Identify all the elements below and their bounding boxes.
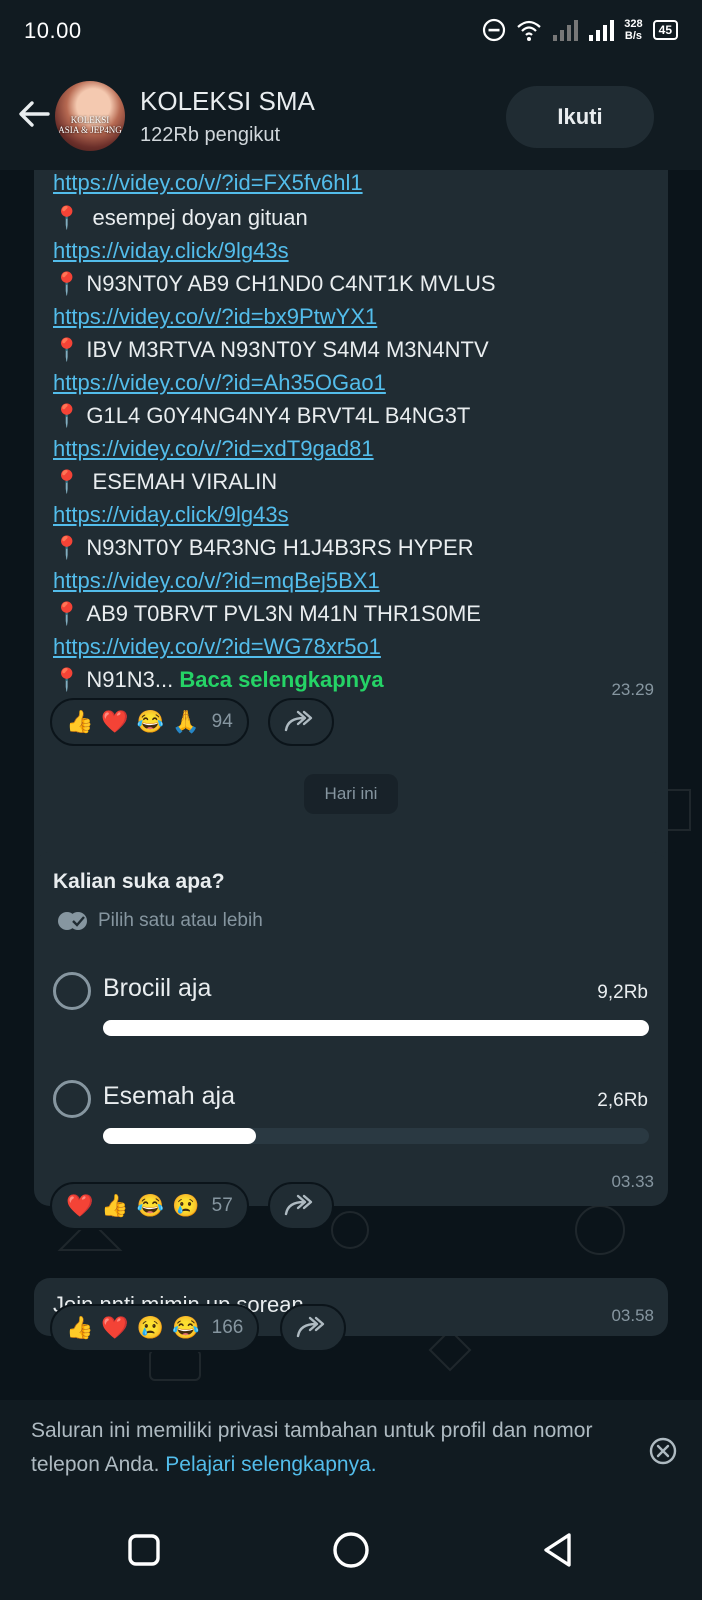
message-time: 23.29	[611, 680, 654, 699]
laughing-emoji: 😂	[172, 1315, 200, 1340]
pin-icon: 📍	[53, 337, 81, 362]
signal-icon	[553, 20, 579, 41]
poll-question: Kalian suka apa?	[53, 870, 225, 893]
crying-emoji: 😢	[136, 1315, 165, 1340]
pin-icon: 📍	[53, 667, 81, 692]
follower-count: 122Rb pengikut	[140, 124, 281, 146]
pin-icon: 📍	[53, 205, 81, 230]
poll-hint: Pilih satu atau lebih	[56, 910, 263, 932]
wifi-icon	[517, 20, 542, 41]
poll-option-label-1[interactable]: Brociil aja	[103, 974, 211, 1003]
poll-option-fill-1	[103, 1020, 649, 1036]
poll-option-label-2[interactable]: Esemah aja	[103, 1082, 235, 1111]
forward-icon	[284, 1194, 313, 1216]
learn-more-link[interactable]: Pelajari selengkapnya.	[165, 1453, 376, 1476]
avatar-logo-text: KOLEKSI ASIA & JEP4NG	[58, 115, 122, 135]
forward-button[interactable]	[268, 1182, 334, 1230]
laughing-emoji: 😂	[136, 709, 165, 734]
message-link[interactable]: https://videy.co/v/?id=WG78xr5o1	[53, 634, 381, 660]
laughing-emoji: 😂	[136, 1193, 165, 1218]
poll-time: 03.33	[611, 1172, 654, 1191]
message-link[interactable]: https://viday.click/9lg43s	[53, 238, 289, 264]
forward-button[interactable]	[280, 1304, 346, 1352]
reaction-count: 57	[211, 1195, 233, 1216]
poll-option-fill-2	[103, 1128, 256, 1144]
status-bar: 10.00 328 B/s 45	[0, 0, 702, 64]
message-line: 📍 AB9 T0BRVT PVL3N M41N THR1S0ME	[53, 601, 481, 626]
message-line: 📍 esempej doyan gituan	[53, 205, 308, 230]
reaction-count: 166	[211, 1317, 244, 1338]
follow-button[interactable]: Ikuti	[506, 86, 654, 148]
channel-avatar[interactable]: KOLEKSI ASIA & JEP4NG	[55, 81, 125, 151]
chat-area[interactable]: https://videy.co/v/?id=FX5fv6hl1 📍 esemp…	[0, 170, 702, 1400]
reaction-bar[interactable]: ❤️ 👍 😂 😢 57	[50, 1182, 249, 1230]
thumbs-up-emoji: 👍	[66, 709, 94, 734]
forward-icon	[296, 1316, 325, 1338]
network-speed: 328 B/s	[624, 18, 643, 42]
heart-emoji: ❤️	[101, 1315, 129, 1340]
message-line: 📍 N93NT0Y AB9 CH1ND0 C4NT1K MVLUS	[53, 271, 496, 296]
message-line: 📍 N91N3... Baca selengkapnya	[53, 667, 384, 692]
pin-icon: 📍	[53, 535, 81, 560]
message-link[interactable]: https://viday.click/9lg43s	[53, 502, 289, 528]
poll-option-radio-2[interactable]	[53, 1080, 91, 1118]
poll-bubble: Kalian suka apa? Pilih satu atau lebih B…	[34, 852, 668, 1206]
crying-emoji: 😢	[172, 1193, 200, 1218]
heart-emoji: ❤️	[66, 1193, 94, 1218]
message-link[interactable]: https://videy.co/v/?id=FX5fv6hl1	[53, 170, 363, 196]
poll-option-bar-2	[103, 1128, 649, 1144]
message-link[interactable]: https://videy.co/v/?id=Ah35OGao1	[53, 370, 386, 396]
message-link[interactable]: https://videy.co/v/?id=bx9PtwYX1	[53, 304, 377, 330]
status-icons: 328 B/s 45	[482, 18, 678, 42]
back-nav-icon[interactable]	[536, 1528, 580, 1572]
poll-option-radio-1[interactable]	[53, 972, 91, 1010]
privacy-notice-text: Saluran ini memiliki privasi tambahan un…	[31, 1419, 593, 1476]
poll-option-bar-1	[103, 1020, 649, 1036]
read-more-link[interactable]: Baca selengkapnya	[179, 667, 383, 692]
heart-emoji: ❤️	[101, 709, 129, 734]
pin-icon: 📍	[53, 403, 81, 428]
channel-name[interactable]: KOLEKSI SMA	[140, 86, 315, 117]
signal-icon-2	[589, 20, 615, 41]
dnd-icon	[483, 18, 506, 42]
pray-emoji: 🙏	[172, 709, 200, 734]
message-line: 📍 IBV M3RTVA N93NT0Y S4M4 M3N4NTV	[53, 337, 489, 362]
forward-button[interactable]	[268, 698, 334, 746]
poll-option-count-2: 2,6Rb	[597, 1090, 648, 1111]
pin-icon: 📍	[53, 469, 81, 494]
thumbs-up-emoji: 👍	[101, 1193, 129, 1218]
message-link[interactable]: https://videy.co/v/?id=mqBej5BX1	[53, 568, 380, 594]
message-line: 📍 ESEMAH VIRALIN	[53, 469, 278, 494]
date-divider: Hari ini	[304, 774, 398, 814]
clock: 10.00	[24, 18, 82, 43]
back-arrow-icon[interactable]	[14, 94, 54, 134]
battery-indicator: 45	[652, 20, 678, 40]
pin-icon: 📍	[53, 271, 81, 296]
reaction-bar[interactable]: 👍 ❤️ 😢 😂 166	[50, 1304, 260, 1352]
system-nav-bar	[0, 1502, 702, 1600]
close-circle-icon[interactable]	[648, 1436, 678, 1466]
privacy-notice: Saluran ini memiliki privasi tambahan un…	[0, 1400, 702, 1502]
double-check-icon	[58, 912, 87, 930]
home-nav-icon[interactable]	[329, 1528, 373, 1572]
reaction-bar[interactable]: 👍 ❤️ 😂 🙏 94	[50, 698, 249, 746]
channel-header: KOLEKSI ASIA & JEP4NG KOLEKSI SMA 122Rb …	[0, 64, 702, 170]
forward-icon	[284, 710, 313, 732]
message-link[interactable]: https://videy.co/v/?id=xdT9gad81	[53, 436, 374, 462]
message-line: 📍 N93NT0Y B4R3NG H1J4B3RS HYPER	[53, 535, 474, 560]
poll-option-count-1: 9,2Rb	[597, 982, 648, 1003]
reaction-count: 94	[211, 711, 233, 732]
thumbs-up-emoji: 👍	[66, 1315, 94, 1340]
message-line: 📍 G1L4 G0Y4NG4NY4 BRVT4L B4NG3T	[53, 403, 471, 428]
recents-nav-icon[interactable]	[122, 1528, 166, 1572]
pin-icon: 📍	[53, 601, 81, 626]
message-time: 03.58	[611, 1306, 654, 1325]
